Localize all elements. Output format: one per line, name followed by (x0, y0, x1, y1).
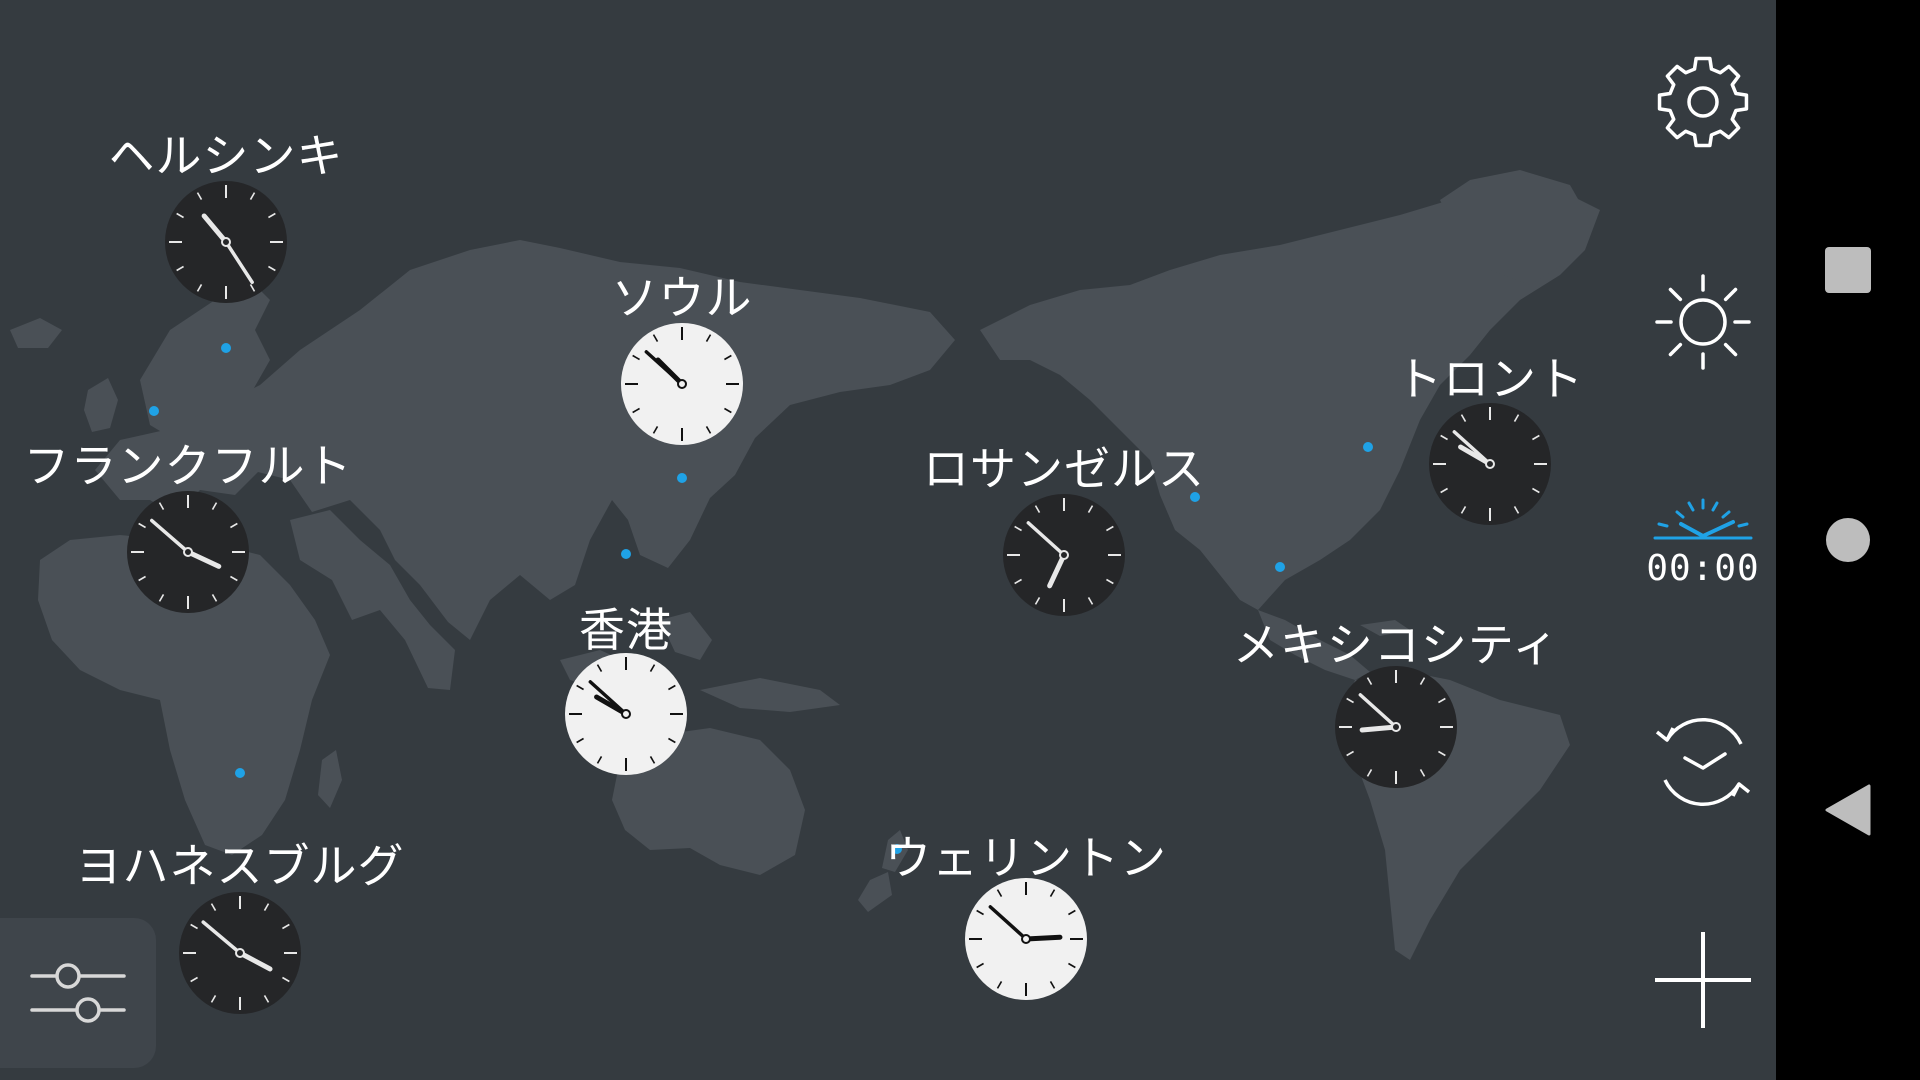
clock-face (179, 892, 301, 1014)
clock-los-angeles[interactable] (1002, 493, 1126, 617)
clock-face (127, 491, 249, 613)
clock-hub (1485, 459, 1495, 469)
clock-hub (677, 379, 687, 389)
plus-icon (1655, 932, 1751, 1028)
add-city-button[interactable] (1630, 910, 1776, 1050)
city-label-toronto: トロント (1396, 352, 1584, 406)
clock-face (621, 323, 743, 445)
clock-hub (1021, 934, 1031, 944)
back-button[interactable] (1776, 750, 1920, 870)
clock-johannesburg[interactable] (178, 891, 302, 1015)
clock-mexico-city[interactable] (1334, 665, 1458, 789)
clock-hub (1391, 722, 1401, 732)
city-dot-helsinki (221, 343, 231, 353)
clock-hong-kong[interactable] (564, 652, 688, 776)
home-button[interactable] (1776, 480, 1920, 600)
clock-hub (621, 709, 631, 719)
alarm-time: 00:00 (1646, 548, 1760, 589)
sun-ray (1668, 342, 1683, 357)
clock-hour-hand (1359, 724, 1399, 733)
clock-face (165, 181, 287, 303)
clock-hub (235, 948, 245, 958)
clock-hub (1059, 550, 1069, 560)
clock-seoul[interactable] (620, 322, 744, 446)
city-dot-toronto (1363, 442, 1373, 452)
clock-toronto[interactable] (1428, 402, 1552, 526)
clock-face (1335, 666, 1457, 788)
city-dot-johannesburg (235, 768, 245, 778)
right-toolbar: 00:00 (1630, 0, 1776, 1080)
sliders-icon (30, 963, 126, 1023)
clock-helsinki[interactable] (164, 180, 288, 304)
recents-button[interactable] (1776, 210, 1920, 330)
clock-sync-icon (1655, 717, 1751, 807)
gear-icon (1657, 56, 1749, 148)
settings-button[interactable] (1630, 32, 1776, 172)
clock-hub (183, 547, 193, 557)
clock-hub (221, 237, 231, 247)
clock-wellington[interactable] (964, 877, 1088, 1001)
world-clock-screen: ヘルシンキ フランクフルト ヨハネスブルグ ソウル 香港 ロサンゼルス トロント… (0, 0, 1776, 1080)
alarm-clock-icon (1653, 498, 1753, 540)
city-label-helsinki: ヘルシンキ (108, 129, 344, 183)
city-label-johannesburg: ヨハネスブルグ (75, 839, 405, 893)
clock-face (1003, 494, 1125, 616)
triangle-back-icon (1825, 784, 1871, 836)
clock-face (1429, 403, 1551, 525)
sun-ray (1723, 287, 1738, 302)
brightness-button[interactable] (1630, 252, 1776, 392)
clock-face (565, 653, 687, 775)
city-dot-seoul (677, 473, 687, 483)
square-icon (1825, 247, 1871, 293)
system-navigation-bar (1776, 0, 1920, 1080)
city-dot-frankfurt (149, 406, 159, 416)
alarm-button[interactable]: 00:00 (1630, 472, 1776, 612)
city-label-seoul: ソウル (611, 271, 753, 325)
time-sync-button[interactable] (1630, 692, 1776, 832)
city-label-los-angeles: ロサンゼルス (923, 442, 1205, 496)
city-dot-hong-kong (621, 549, 631, 559)
clock-hour-hand (1023, 934, 1063, 942)
city-label-hong-kong: 香港 (579, 603, 673, 657)
clock-face (965, 878, 1087, 1000)
city-label-frankfurt: フランクフルト (23, 439, 353, 493)
sun-icon (1655, 274, 1751, 370)
clock-frankfurt[interactable] (126, 490, 250, 614)
sun-ray (1723, 342, 1738, 357)
filter-settings-button[interactable] (0, 918, 156, 1068)
circle-icon (1826, 518, 1870, 562)
sun-ray (1668, 287, 1683, 302)
city-dot-mexico-city (1275, 562, 1285, 572)
